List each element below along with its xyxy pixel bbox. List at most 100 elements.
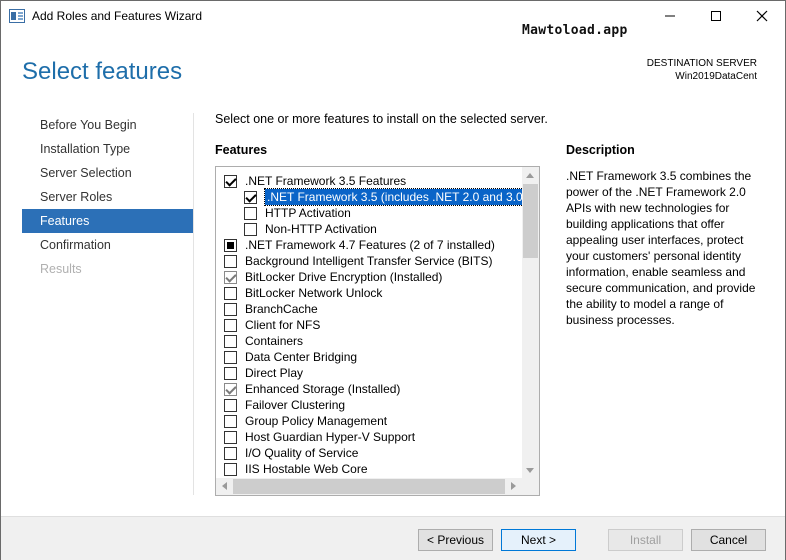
- feature-label[interactable]: Group Policy Management: [245, 414, 387, 428]
- feature-checkbox[interactable]: [224, 414, 237, 428]
- feature-checkbox[interactable]: [224, 174, 237, 188]
- feature-label[interactable]: Host Guardian Hyper-V Support: [245, 430, 415, 444]
- feature-label[interactable]: Containers: [245, 334, 303, 348]
- feature-checkbox[interactable]: [224, 430, 237, 444]
- next-button[interactable]: Next >: [501, 529, 576, 551]
- feature-checkbox[interactable]: [244, 190, 257, 204]
- scroll-right-icon[interactable]: [511, 482, 516, 490]
- scrollbar-corner: [522, 478, 539, 495]
- feature-checkbox[interactable]: [224, 286, 237, 300]
- nav-item-server-roles[interactable]: Server Roles: [22, 185, 193, 209]
- feature-checkbox[interactable]: [224, 446, 237, 460]
- feature-checkbox[interactable]: [224, 318, 237, 332]
- feature-label[interactable]: IIS Hostable Web Core: [245, 462, 368, 476]
- close-icon: [756, 10, 768, 22]
- feature-row[interactable]: .NET Framework 3.5 Features: [224, 173, 406, 189]
- features-tree[interactable]: .NET Framework 3.5 Features .NET Framewor…: [215, 166, 540, 496]
- feature-checkbox[interactable]: [224, 350, 237, 364]
- install-button: Install: [608, 529, 683, 551]
- feature-row[interactable]: Direct Play: [224, 365, 303, 381]
- nav-item-confirmation[interactable]: Confirmation: [22, 233, 193, 257]
- feature-label[interactable]: .NET Framework 4.7 Features (2 of 7 inst…: [245, 238, 495, 252]
- previous-button[interactable]: < Previous: [418, 529, 493, 551]
- feature-label[interactable]: Failover Clustering: [245, 398, 345, 412]
- instruction-text: Select one or more features to install o…: [215, 112, 548, 126]
- feature-row[interactable]: Host Guardian Hyper-V Support: [224, 429, 415, 445]
- features-heading: Features: [215, 143, 268, 157]
- destination-server-value: Win2019DataCent: [675, 71, 757, 82]
- feature-row[interactable]: BranchCache: [224, 301, 318, 317]
- maximize-icon: [711, 11, 721, 21]
- feature-label[interactable]: Client for NFS: [245, 318, 320, 332]
- feature-label[interactable]: Non-HTTP Activation: [265, 222, 377, 236]
- minimize-icon: [665, 15, 675, 17]
- feature-row[interactable]: I/O Quality of Service: [224, 445, 358, 461]
- feature-label[interactable]: .NET Framework 3.5 Features: [245, 174, 406, 188]
- description-heading: Description: [566, 143, 635, 157]
- feature-row[interactable]: IIS Hostable Web Core: [224, 461, 368, 477]
- feature-checkbox[interactable]: [224, 382, 237, 396]
- feature-row[interactable]: .NET Framework 3.5 (includes .NET 2.0 an…: [244, 188, 530, 206]
- description-text: .NET Framework 3.5 combines the power of…: [566, 169, 756, 327]
- feature-checkbox[interactable]: [244, 206, 257, 220]
- wizard-nav: Before You Begin Installation Type Serve…: [22, 113, 193, 281]
- cancel-button[interactable]: Cancel: [691, 529, 766, 551]
- wizard-header: Mawtoload.app Select features DESTINATIO…: [1, 23, 785, 99]
- feature-row[interactable]: Data Center Bridging: [224, 349, 357, 365]
- vertical-scroll-thumb[interactable]: [523, 184, 538, 258]
- feature-row[interactable]: HTTP Activation: [244, 205, 351, 221]
- server-manager-icon: [9, 9, 25, 23]
- feature-label[interactable]: BitLocker Drive Encryption (Installed): [245, 270, 442, 284]
- nav-item-results: Results: [40, 262, 82, 276]
- title-bar[interactable]: Add Roles and Features Wizard: [1, 1, 785, 31]
- vertical-scrollbar[interactable]: [522, 167, 539, 479]
- window-title: Add Roles and Features Wizard: [32, 9, 203, 23]
- feature-row[interactable]: Containers: [224, 333, 303, 349]
- nav-divider: [193, 113, 194, 495]
- feature-row[interactable]: Background Intelligent Transfer Service …: [224, 253, 492, 269]
- wizard-window: Add Roles and Features Wizard Mawtoload.…: [0, 0, 786, 560]
- feature-checkbox[interactable]: [224, 334, 237, 348]
- page-title: Select features: [22, 58, 183, 85]
- feature-row[interactable]: Non-HTTP Activation: [244, 221, 377, 237]
- scroll-down-icon[interactable]: [526, 468, 534, 473]
- feature-label[interactable]: BranchCache: [245, 302, 318, 316]
- feature-row[interactable]: Failover Clustering: [224, 397, 345, 413]
- horizontal-scroll-thumb[interactable]: [233, 479, 505, 494]
- wizard-footer: < Previous Next > Install Cancel: [1, 516, 785, 560]
- feature-label[interactable]: Background Intelligent Transfer Service …: [245, 254, 492, 268]
- feature-row[interactable]: Client for NFS: [224, 317, 320, 333]
- feature-row[interactable]: Group Policy Management: [224, 413, 387, 429]
- watermark-text: Mawtoload.app: [522, 23, 628, 38]
- feature-checkbox[interactable]: [224, 366, 237, 380]
- feature-label[interactable]: Data Center Bridging: [245, 350, 357, 364]
- feature-row[interactable]: .NET Framework 4.7 Features (2 of 7 inst…: [224, 237, 495, 253]
- nav-item-before-you-begin[interactable]: Before You Begin: [22, 113, 193, 137]
- nav-item-installation-type[interactable]: Installation Type: [22, 137, 193, 161]
- feature-label[interactable]: .NET Framework 3.5 (includes .NET 2.0 an…: [264, 188, 530, 206]
- feature-checkbox[interactable]: [224, 398, 237, 412]
- close-button[interactable]: [739, 1, 785, 31]
- nav-item-server-selection[interactable]: Server Selection: [22, 161, 193, 185]
- scroll-up-icon[interactable]: [526, 173, 534, 178]
- minimize-button[interactable]: [647, 1, 693, 31]
- feature-label[interactable]: I/O Quality of Service: [245, 446, 358, 460]
- feature-checkbox[interactable]: [224, 254, 237, 268]
- feature-label[interactable]: HTTP Activation: [265, 206, 351, 220]
- feature-checkbox[interactable]: [244, 222, 257, 236]
- maximize-button[interactable]: [693, 1, 739, 31]
- scroll-left-icon[interactable]: [222, 482, 227, 490]
- feature-row[interactable]: BitLocker Drive Encryption (Installed): [224, 269, 442, 285]
- feature-row[interactable]: BitLocker Network Unlock: [224, 285, 382, 301]
- feature-label[interactable]: Direct Play: [245, 366, 303, 380]
- nav-item-features[interactable]: Features: [22, 209, 193, 233]
- feature-label[interactable]: Enhanced Storage (Installed): [245, 382, 400, 396]
- feature-checkbox[interactable]: [224, 238, 237, 252]
- horizontal-scrollbar[interactable]: [216, 478, 522, 495]
- feature-checkbox[interactable]: [224, 270, 237, 284]
- destination-server-label: DESTINATION SERVER: [646, 58, 757, 69]
- feature-checkbox[interactable]: [224, 462, 237, 476]
- feature-label[interactable]: BitLocker Network Unlock: [245, 286, 382, 300]
- feature-checkbox[interactable]: [224, 302, 237, 316]
- feature-row[interactable]: Enhanced Storage (Installed): [224, 381, 400, 397]
